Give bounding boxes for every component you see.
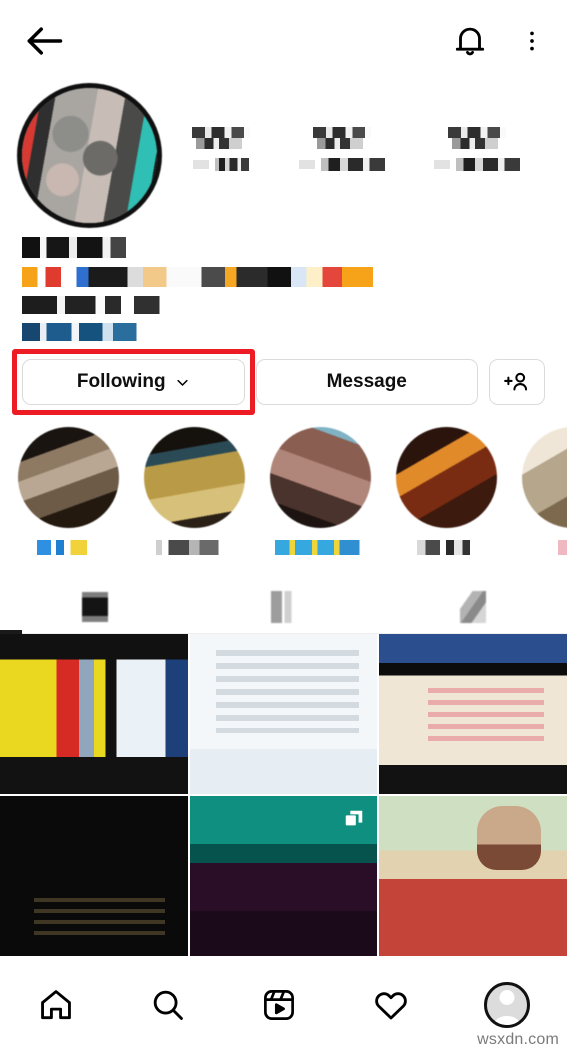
following-button-label: Following bbox=[76, 371, 166, 392]
highlight-thumbnail bbox=[522, 427, 567, 528]
highlight-item[interactable] bbox=[18, 427, 119, 555]
bio-line-text bbox=[22, 296, 182, 314]
profile-tabs bbox=[0, 581, 567, 634]
tab-grid[interactable] bbox=[0, 581, 189, 633]
avatar-image bbox=[22, 88, 157, 223]
highlight-label bbox=[416, 540, 477, 555]
reels-icon bbox=[270, 591, 297, 623]
grid-icon bbox=[81, 592, 108, 622]
bio-link[interactable] bbox=[22, 323, 152, 341]
post-thumbnail[interactable] bbox=[189, 796, 378, 956]
following-button[interactable]: Following bbox=[12, 349, 255, 415]
highlight-thumbnail bbox=[270, 427, 371, 528]
stat-following-label bbox=[434, 157, 521, 171]
bio-line-emoji bbox=[22, 267, 412, 287]
reels-icon bbox=[264, 990, 295, 1020]
chevron-down-icon bbox=[176, 379, 188, 386]
add-person-button[interactable] bbox=[489, 359, 545, 405]
highlight-item[interactable] bbox=[522, 427, 567, 555]
nav-search[interactable] bbox=[149, 986, 187, 1024]
back-arrow-icon bbox=[27, 27, 63, 55]
highlight-label bbox=[36, 540, 101, 555]
back-button[interactable] bbox=[22, 19, 66, 63]
highlight-item[interactable] bbox=[396, 427, 497, 555]
stat-posts-label bbox=[192, 157, 249, 171]
tagged-icon bbox=[459, 591, 486, 623]
message-button[interactable]: Message bbox=[255, 359, 478, 405]
stat-posts-value bbox=[191, 126, 250, 149]
stat-posts[interactable] bbox=[191, 126, 250, 171]
search-icon bbox=[153, 990, 183, 1020]
avatar[interactable] bbox=[22, 88, 157, 223]
tab-tagged[interactable] bbox=[378, 581, 567, 633]
post-grid bbox=[0, 634, 567, 956]
notifications-button[interactable] bbox=[451, 22, 519, 60]
highlight-label bbox=[274, 540, 367, 555]
add-person-icon bbox=[504, 372, 528, 391]
story-highlights bbox=[0, 405, 567, 555]
nav-activity[interactable] bbox=[372, 986, 410, 1024]
profile-header bbox=[0, 82, 567, 223]
nav-profile[interactable] bbox=[484, 982, 531, 1028]
carousel-icon bbox=[346, 810, 363, 826]
post-thumbnail[interactable] bbox=[379, 634, 567, 794]
top-bar bbox=[0, 0, 567, 82]
stat-following[interactable] bbox=[434, 126, 521, 171]
profile-stats bbox=[157, 126, 545, 185]
bell-icon bbox=[455, 27, 485, 56]
profile-display-name bbox=[22, 237, 134, 258]
three-dot-menu-icon bbox=[530, 31, 534, 51]
stat-followers-value bbox=[312, 126, 371, 149]
highlight-thumbnail bbox=[18, 427, 119, 528]
highlight-label bbox=[155, 540, 234, 555]
avatar-head bbox=[499, 990, 515, 1005]
stat-followers[interactable] bbox=[298, 126, 385, 171]
post-thumbnail[interactable] bbox=[379, 796, 567, 956]
post-thumbnail[interactable] bbox=[0, 796, 188, 956]
profile-actions: Following Message bbox=[0, 341, 567, 415]
nav-reels[interactable] bbox=[260, 986, 298, 1024]
home-icon bbox=[41, 990, 71, 1020]
highlight-thumbnail bbox=[396, 427, 497, 528]
stat-followers-label bbox=[298, 157, 385, 171]
more-options-button[interactable] bbox=[519, 22, 545, 60]
message-button-label: Message bbox=[326, 371, 407, 392]
avatar-body bbox=[494, 1016, 521, 1025]
highlight-thumbnail bbox=[144, 427, 245, 528]
highlight-item[interactable] bbox=[270, 427, 371, 555]
heart-icon bbox=[375, 992, 408, 1020]
instagram-profile-screen: Following Message wsxdn.com bbox=[0, 0, 567, 1053]
highlight-item[interactable] bbox=[144, 427, 245, 555]
stat-following-value bbox=[448, 126, 507, 149]
post-thumbnail[interactable] bbox=[0, 634, 188, 794]
nav-home[interactable] bbox=[37, 986, 75, 1024]
post-thumbnail[interactable] bbox=[189, 634, 378, 794]
profile-bio bbox=[0, 223, 567, 341]
profile-avatar-icon bbox=[484, 982, 531, 1028]
tab-reels[interactable] bbox=[189, 581, 378, 633]
highlight-label bbox=[557, 540, 567, 555]
watermark: wsxdn.com bbox=[477, 1031, 559, 1048]
